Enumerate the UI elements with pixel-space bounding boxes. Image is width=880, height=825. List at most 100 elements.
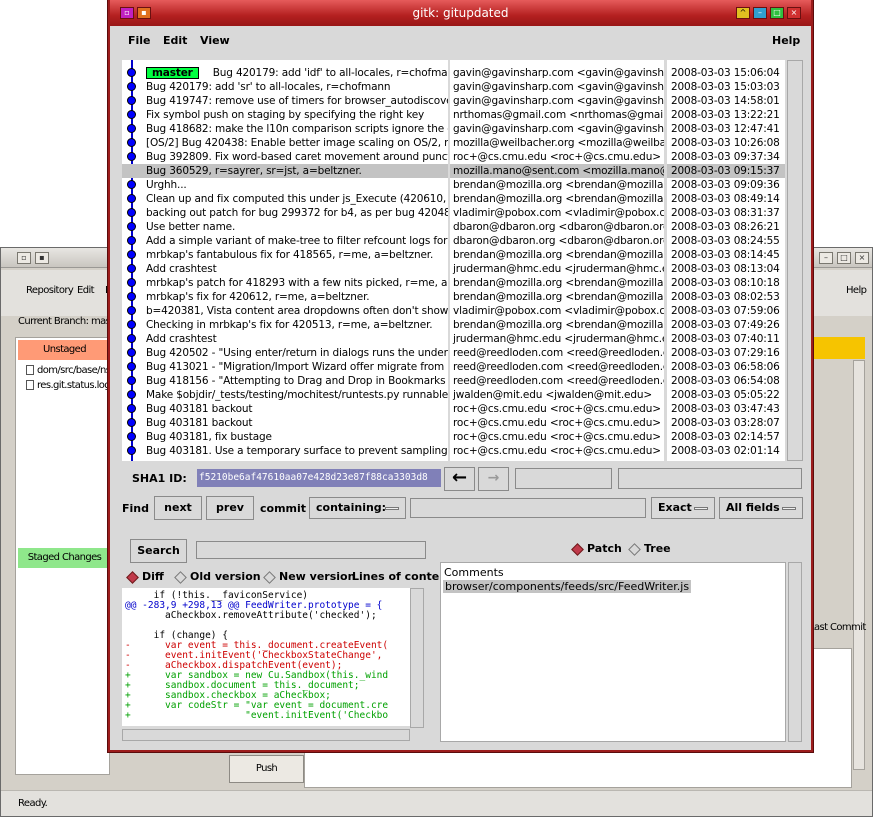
author-row[interactable]: gavin@gavinsharp.com <gavin@gavinsharp (450, 66, 664, 80)
author-row[interactable]: brendan@mozilla.org <brendan@mozilla.org (450, 318, 664, 332)
date-row[interactable]: 2008-03-03 09:15:37 (667, 164, 785, 178)
commit-row[interactable]: Bug 420179: add 'sr' to all-locales, r=c… (122, 80, 448, 94)
date-row[interactable]: 2008-03-03 07:49:26 (667, 318, 785, 332)
maximize-icon[interactable]: □ (770, 7, 784, 19)
author-row[interactable]: reed@reedloden.com <reed@reedloden.co (450, 346, 664, 360)
commit-row[interactable]: Bug 403181 backout (122, 416, 448, 430)
close-icon[interactable]: × (787, 7, 801, 19)
amend-last-commit[interactable]: Last Commit (809, 622, 866, 633)
author-row[interactable]: jruderman@hmc.edu <jruderman@hmc.edu (450, 262, 664, 276)
date-row[interactable]: 2008-03-03 15:03:03 (667, 80, 785, 94)
minimize-icon[interactable]: – (819, 252, 833, 264)
patch-radio[interactable]: Patch (571, 542, 622, 556)
author-row[interactable]: jwalden@mit.edu <jwalden@mit.edu> (450, 388, 664, 402)
commit-row[interactable]: Bug 418156 - "Attempting to Drag and Dro… (122, 374, 448, 388)
commit-row[interactable]: Make $objdir/_tests/testing/mochitest/ru… (122, 388, 448, 402)
progress-entry[interactable] (618, 468, 802, 489)
diff-scrollbar[interactable] (410, 588, 424, 728)
commit-row[interactable]: Bug 420502 - "Using enter/return in dial… (122, 346, 448, 360)
date-row[interactable]: 2008-03-03 07:40:11 (667, 332, 785, 346)
tree-radio[interactable]: Tree (628, 542, 671, 556)
author-row[interactable]: mozilla.mano@sent.com <mozilla.mano@se (450, 164, 664, 178)
date-row[interactable]: 2008-03-03 08:31:37 (667, 206, 785, 220)
unstaged-file[interactable]: res.git.status.log (26, 380, 111, 391)
date-row[interactable]: 2008-03-03 08:49:14 (667, 192, 785, 206)
date-row[interactable]: 2008-03-03 10:26:08 (667, 136, 785, 150)
date-row[interactable]: 2008-03-03 09:09:36 (667, 178, 785, 192)
author-row[interactable]: roc+@cs.cmu.edu <roc+@cs.cmu.edu> (450, 402, 664, 416)
search-button[interactable]: Search (130, 539, 187, 563)
date-row[interactable]: 2008-03-03 06:54:08 (667, 374, 785, 388)
commit-row[interactable]: [OS/2] Bug 420438: Enable better image s… (122, 136, 448, 150)
old-version-radio[interactable]: Old version (174, 570, 261, 584)
author-row[interactable]: brendan@mozilla.org <brendan@mozilla.org (450, 290, 664, 304)
commit-row[interactable]: Bug 403181, fix bustage (122, 430, 448, 444)
push-button[interactable]: Push (229, 755, 304, 783)
commit-row[interactable]: mrbkap's fantabulous fix for 418565, r=m… (122, 248, 448, 262)
commit-row[interactable]: Bug 419747: remove use of timers for bro… (122, 94, 448, 108)
comments-scrollbar[interactable] (788, 562, 802, 742)
date-row[interactable]: 2008-03-03 08:13:04 (667, 262, 785, 276)
date-row[interactable]: 2008-03-03 07:29:16 (667, 346, 785, 360)
back-arrow-icon[interactable]: ← (444, 467, 475, 491)
author-row[interactable]: vladimir@pobox.com <vladimir@pobox.com (450, 206, 664, 220)
date-row[interactable]: 2008-03-03 02:14:57 (667, 430, 785, 444)
bg-vertical-scrollbar[interactable] (853, 360, 865, 770)
commit-row[interactable]: Bug 360529, r=sayrer, sr=jst, a=beltzner… (122, 164, 448, 178)
author-row[interactable]: gavin@gavinsharp.com <gavin@gavinsharp (450, 122, 664, 136)
date-row[interactable]: 2008-03-03 08:26:21 (667, 220, 785, 234)
commit-list-scrollbar[interactable] (787, 60, 803, 461)
commit-row[interactable]: Bug 418682: make the l10n comparison scr… (122, 122, 448, 136)
close-icon[interactable]: × (855, 252, 869, 264)
author-pane[interactable]: gavin@gavinsharp.com <gavin@gavinsharp ga… (450, 60, 664, 461)
sha-id-field[interactable]: f5210be6af47610aa07e428d23e87f88ca3303d8 (197, 469, 441, 487)
minimize-icon[interactable]: – (753, 7, 767, 19)
sticky-icon[interactable]: ▪ (35, 252, 49, 264)
commit-row[interactable]: Bug 413021 - "Migration/Import Wizard of… (122, 360, 448, 374)
find-prev-button[interactable]: prev (206, 496, 254, 520)
author-row[interactable]: nrthomas@gmail.com <nrthomas@gmail.co (450, 108, 664, 122)
author-row[interactable]: dbaron@dbaron.org <dbaron@dbaron.org> (450, 234, 664, 248)
author-row[interactable]: roc+@cs.cmu.edu <roc+@cs.cmu.edu> (450, 150, 664, 164)
find-next-button[interactable]: next (154, 496, 202, 520)
menu-edit[interactable]: Edit (163, 34, 187, 47)
author-row[interactable]: dbaron@dbaron.org <dbaron@dbaron.org> (450, 220, 664, 234)
match-type-dropdown[interactable]: Exact (651, 497, 715, 519)
date-row[interactable]: 2008-03-03 13:22:21 (667, 108, 785, 122)
commit-row[interactable]: Bug 403181 backout (122, 402, 448, 416)
commit-row[interactable]: mrbkap's patch for 418293 with a few nit… (122, 276, 448, 290)
author-row[interactable]: gavin@gavinsharp.com <gavin@gavinsharp (450, 80, 664, 94)
menu-edit[interactable]: Edit (77, 285, 95, 296)
containing-dropdown[interactable]: containing: (309, 497, 406, 519)
author-row[interactable]: vladimir@pobox.com <vladimir@pobox.com (450, 304, 664, 318)
search-input[interactable] (196, 541, 426, 559)
find-input[interactable] (410, 498, 646, 518)
commit-row[interactable]: b=420381, Vista content area dropdowns o… (122, 304, 448, 318)
author-row[interactable]: roc+@cs.cmu.edu <roc+@cs.cmu.edu> (450, 444, 664, 458)
diff-radio[interactable]: Diff (126, 570, 164, 584)
menu-view[interactable]: View (200, 34, 230, 47)
author-row[interactable]: gavin@gavinsharp.com <gavin@gavinsharp (450, 94, 664, 108)
commit-row[interactable]: mrbkap's fix for 420612, r=me, a=beltzne… (122, 290, 448, 304)
menu-help[interactable]: Help (846, 285, 867, 296)
date-row[interactable]: 2008-03-03 07:59:06 (667, 304, 785, 318)
author-row[interactable]: mozilla@weilbacher.org <mozilla@weilbach (450, 136, 664, 150)
date-row[interactable]: 2008-03-03 02:01:14 (667, 444, 785, 458)
commit-row[interactable]: Use better name. (122, 220, 448, 234)
menu-file[interactable]: File (128, 34, 151, 47)
date-row[interactable]: 2008-03-03 08:14:45 (667, 248, 785, 262)
commit-row[interactable]: master Bug 420179: add 'idf' to all-local… (122, 66, 448, 80)
date-pane[interactable]: 2008-03-03 15:06:04 2008-03-03 15:03:03 20… (667, 60, 785, 461)
date-row[interactable]: 2008-03-03 08:10:18 (667, 276, 785, 290)
author-row[interactable]: reed@reedloden.com <reed@reedloden.co (450, 360, 664, 374)
comments-pane[interactable]: Comments browser/components/feeds/src/Fe… (440, 562, 786, 742)
commit-row[interactable]: Clean up and fix computed this under js_… (122, 192, 448, 206)
author-row[interactable]: roc+@cs.cmu.edu <roc+@cs.cmu.edu> (450, 430, 664, 444)
date-row[interactable]: 2008-03-03 09:37:34 (667, 150, 785, 164)
commit-row[interactable]: Add crashtest (122, 332, 448, 346)
menu-repository[interactable]: Repository (26, 285, 74, 296)
date-row[interactable]: 2008-03-03 15:06:04 (667, 66, 785, 80)
author-row[interactable]: brendan@mozilla.org <brendan@mozilla.org (450, 248, 664, 262)
author-row[interactable]: roc+@cs.cmu.edu <roc+@cs.cmu.edu> (450, 416, 664, 430)
date-row[interactable]: 2008-03-03 14:58:01 (667, 94, 785, 108)
